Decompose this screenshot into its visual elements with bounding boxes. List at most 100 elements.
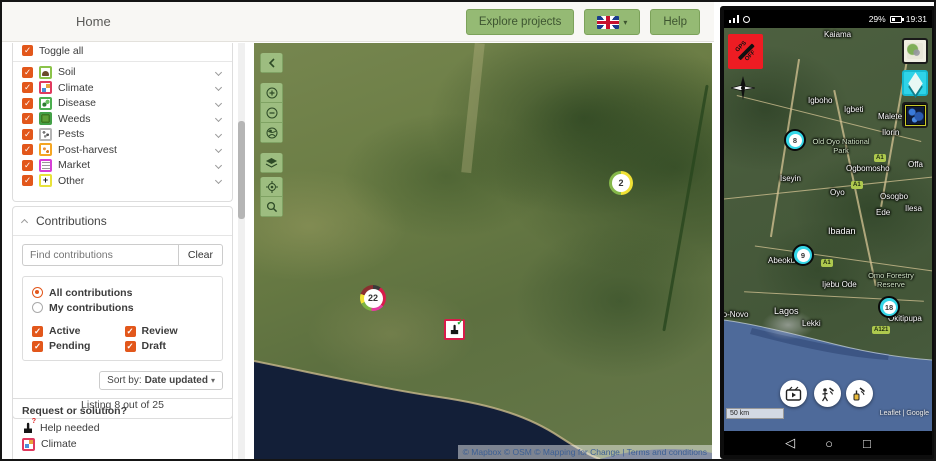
road-shield: A1 bbox=[874, 154, 886, 162]
category-checkbox[interactable]: ✓ bbox=[22, 144, 33, 155]
android-back-icon[interactable]: ◁ bbox=[785, 435, 795, 451]
report-observation-button[interactable] bbox=[846, 380, 873, 407]
layers-button[interactable] bbox=[260, 153, 283, 173]
active-layer-button[interactable] bbox=[902, 70, 928, 96]
chevron-down-icon[interactable] bbox=[215, 100, 222, 107]
filter-label: Review bbox=[142, 325, 178, 337]
category-row-market[interactable]: ✓ Market bbox=[13, 158, 232, 174]
explore-projects-label: Explore projects bbox=[479, 16, 561, 28]
zoom-out-button[interactable] bbox=[260, 102, 283, 123]
filter-checkbox[interactable]: ✓ bbox=[32, 326, 43, 337]
place-label: Ilesa bbox=[905, 204, 922, 213]
category-row-weeds[interactable]: ✓ Weeds bbox=[13, 111, 232, 127]
category-checkbox[interactable]: ✓ bbox=[22, 113, 33, 124]
screenshot: Home Explore projects ▾ Help ✓ Toggle a bbox=[0, 0, 936, 461]
category-row-climate[interactable]: ✓ Climate bbox=[13, 80, 232, 96]
chevron-down-icon[interactable] bbox=[215, 115, 222, 122]
category-label: Weeds bbox=[58, 113, 210, 125]
track-location-button[interactable] bbox=[814, 380, 841, 407]
filter-checkbox[interactable]: ✓ bbox=[32, 341, 43, 352]
filter-label: Active bbox=[49, 325, 81, 337]
phone-cluster-marker-18[interactable]: 18 bbox=[878, 296, 900, 318]
filter-label: Pending bbox=[49, 340, 90, 352]
scale-bar: 50 km bbox=[726, 408, 784, 419]
cluster-count: 9 bbox=[797, 249, 810, 262]
chevron-down-icon[interactable] bbox=[215, 84, 222, 91]
phone-map-canvas[interactable]: Kaiama Igboho Igbeti Malete Ilorin Old O… bbox=[724, 28, 932, 431]
media-capture-button[interactable] bbox=[780, 380, 807, 407]
category-label: Post-harvest bbox=[58, 144, 210, 156]
cluster-marker-22[interactable]: 22 bbox=[360, 285, 386, 311]
park-label: Old Oyo National Park bbox=[812, 138, 870, 155]
chevron-down-icon[interactable] bbox=[215, 131, 222, 138]
category-label: Market bbox=[58, 159, 210, 171]
android-recents-icon[interactable]: □ bbox=[863, 436, 871, 451]
radio-button[interactable] bbox=[32, 302, 43, 313]
help-needed-label: Help needed bbox=[40, 422, 100, 434]
map-controls-zoom bbox=[260, 83, 283, 143]
chevron-down-icon[interactable] bbox=[215, 162, 222, 169]
category-row-other[interactable]: ✓ + Other bbox=[13, 173, 232, 189]
climate-icon bbox=[39, 81, 52, 94]
globe-button[interactable] bbox=[260, 122, 283, 143]
help-needed-row: ? Help needed bbox=[22, 420, 223, 436]
filter-review[interactable]: ✓ Review bbox=[125, 325, 214, 337]
radio-button[interactable] bbox=[32, 287, 43, 298]
map-attribution[interactable]: © Mapbox © OSM © Mapping for Change | Te… bbox=[458, 445, 712, 459]
collapse-sidebar-button[interactable] bbox=[260, 53, 283, 73]
category-row-post-harvest[interactable]: ✓ Post-harvest bbox=[13, 142, 232, 158]
category-label: Soil bbox=[58, 66, 210, 78]
phone-cluster-marker-8[interactable]: 8 bbox=[784, 129, 806, 151]
ocean bbox=[254, 43, 712, 459]
filter-checkbox[interactable]: ✓ bbox=[125, 341, 136, 352]
cluster-marker-2[interactable]: 2 bbox=[609, 171, 633, 195]
scrollbar-thumb[interactable] bbox=[238, 121, 245, 219]
satellite-layer-button[interactable] bbox=[902, 102, 928, 128]
contributions-header[interactable]: Contributions bbox=[13, 207, 232, 236]
category-checkbox[interactable]: ✓ bbox=[22, 160, 33, 171]
sidebar-scrollbar[interactable] bbox=[238, 43, 245, 459]
locate-button[interactable] bbox=[260, 177, 283, 197]
category-checkbox[interactable]: ✓ bbox=[22, 129, 33, 140]
help-button[interactable]: Help bbox=[650, 9, 700, 35]
chevron-down-icon[interactable] bbox=[215, 146, 222, 153]
help-needed-marker[interactable]: ✓ bbox=[444, 319, 465, 340]
category-checkbox[interactable]: ✓ bbox=[22, 82, 33, 93]
zoom-in-button[interactable] bbox=[260, 83, 283, 103]
cluster-count: 22 bbox=[364, 289, 383, 308]
filter-checkbox[interactable]: ✓ bbox=[125, 326, 136, 337]
disease-icon bbox=[39, 97, 52, 110]
radio-my-contributions[interactable]: My contributions bbox=[32, 300, 213, 315]
filter-pending[interactable]: ✓ Pending bbox=[32, 340, 121, 352]
category-checkbox[interactable]: ✓ bbox=[22, 67, 33, 78]
category-climate-row: Climate bbox=[22, 436, 223, 452]
category-row-disease[interactable]: ✓ Disease bbox=[13, 96, 232, 112]
sidebar: ✓ Toggle all ✓ Soil ✓ Climate ✓ bbox=[10, 43, 236, 459]
filter-draft[interactable]: ✓ Draft bbox=[125, 340, 214, 352]
hand-satellite-icon bbox=[851, 386, 868, 402]
category-checkbox[interactable]: ✓ bbox=[22, 175, 33, 186]
radio-all-contributions[interactable]: All contributions bbox=[32, 285, 213, 300]
phone-cluster-marker-9[interactable]: 9 bbox=[792, 244, 814, 266]
search-input[interactable] bbox=[22, 244, 178, 266]
signal-icon bbox=[729, 15, 739, 23]
post-harvest-icon bbox=[39, 143, 52, 156]
category-row-pests[interactable]: ✓ Pests bbox=[13, 127, 232, 143]
toggle-all-checkbox[interactable]: ✓ bbox=[22, 45, 33, 56]
chevron-down-icon[interactable] bbox=[215, 69, 222, 76]
explore-projects-button[interactable]: Explore projects bbox=[466, 9, 574, 35]
sort-by-dropdown[interactable]: Sort by: Date updated ▾ bbox=[99, 371, 223, 390]
filter-active[interactable]: ✓ Active bbox=[32, 325, 121, 337]
android-home-icon[interactable]: ○ bbox=[825, 436, 833, 451]
category-row-soil[interactable]: ✓ Soil bbox=[13, 65, 232, 81]
chevron-down-icon[interactable] bbox=[215, 177, 222, 184]
contributions-panel: Contributions Clear All contributions My… bbox=[12, 206, 233, 419]
language-dropdown[interactable]: ▾ bbox=[584, 9, 640, 35]
gps-off-button[interactable]: GPS OFF bbox=[728, 34, 763, 69]
clear-button[interactable]: Clear bbox=[178, 244, 223, 266]
search-map-button[interactable] bbox=[260, 196, 283, 217]
map-canvas[interactable]: 2 22 ✓ © Mapbox © OSM © Mapping for Chan… bbox=[254, 43, 712, 459]
category-checkbox[interactable]: ✓ bbox=[22, 98, 33, 109]
toggle-all-row[interactable]: ✓ Toggle all bbox=[13, 43, 232, 59]
street-map-layer-button[interactable] bbox=[902, 38, 928, 64]
